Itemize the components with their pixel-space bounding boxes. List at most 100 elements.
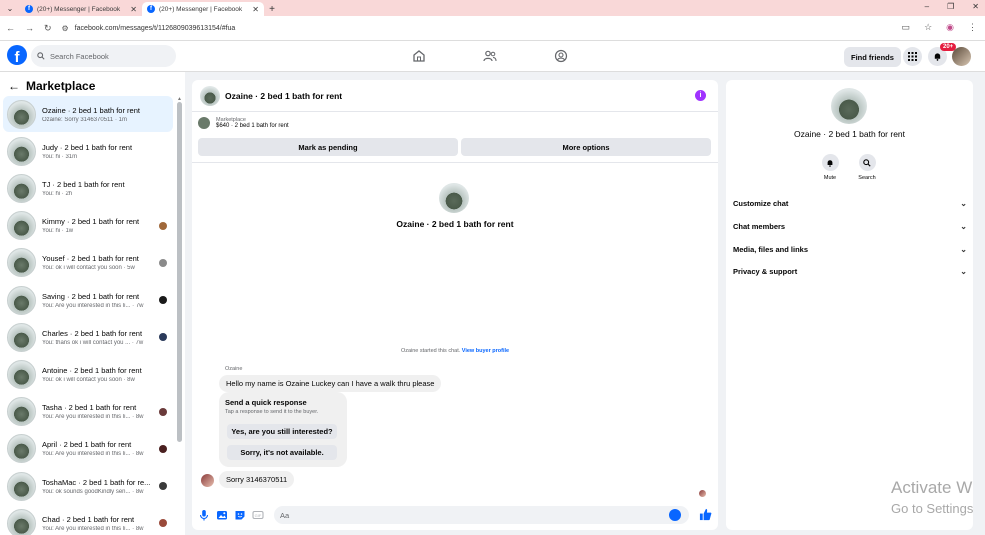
chat-members-section[interactable]: Chat members ⌄ (733, 217, 967, 235)
conversation-preview: You: Are you interested in this li... · … (42, 414, 144, 421)
forward-icon[interactable]: → (25, 23, 34, 33)
quick-response-card: Send a quick response Tap a response to … (219, 392, 347, 467)
sticker-icon[interactable] (234, 509, 246, 521)
browser-tab[interactable]: f (20+) Messenger | Facebook ✕ (20, 2, 142, 16)
close-tab-icon[interactable]: ✕ (130, 5, 137, 14)
conversation-item[interactable]: ToshaMac · 2 bed 1 bath for re... You: ok… (3, 468, 173, 504)
quick-reply-still-interested[interactable]: Yes, are you still interested? (227, 424, 337, 439)
more-options-button[interactable]: More options (461, 138, 711, 156)
gif-icon[interactable]: GIF (252, 509, 264, 521)
quick-response-subtitle: Tap a response to send it to the buyer. (225, 409, 319, 415)
conversation-item[interactable]: April · 2 bed 1 bath for rent You: Are yo… (3, 431, 173, 467)
new-tab-button[interactable]: + (264, 2, 280, 16)
conversation-item[interactable]: Saving · 2 bed 1 bath for rent You: Are y… (3, 282, 173, 318)
site-info-icon[interactable]: ⚙ (62, 24, 69, 33)
customize-chat-section[interactable]: Customize chat ⌄ (733, 194, 967, 212)
conversation-name: Kimmy · 2 bed 1 bath for rent (42, 217, 140, 227)
back-icon[interactable]: ← (6, 23, 15, 33)
search-input[interactable]: Search Facebook (31, 45, 176, 67)
facebook-logo[interactable]: f (7, 45, 27, 65)
sidebar-header: ← Marketplace (8, 79, 95, 93)
search-chat-button[interactable]: Search (852, 154, 882, 181)
close-window-icon[interactable]: ✕ (972, 2, 979, 11)
listing-thumbnail (7, 471, 36, 501)
message-input[interactable]: Aa (274, 506, 689, 524)
conversation-preview: You: hi · 31m (42, 153, 78, 160)
browser-actions: ▭ ☆ ◉ ⋮ (902, 22, 977, 33)
message-bubble[interactable]: Sorry 3146370511 (219, 471, 295, 488)
conversation-text: Judy · 2 bed 1 bath for rent You: hi · 31… (42, 143, 173, 160)
chat-avatar[interactable] (200, 85, 220, 106)
conversation-name: Chad · 2 bed 1 bath for rent (42, 514, 135, 524)
conversation-text: Chad · 2 bed 1 bath for rent You: Are you… (42, 515, 159, 532)
conversation-preview: You: ok i will contact you soon · 8w (42, 376, 135, 383)
conversation-avatar (439, 183, 469, 213)
gallery-icon[interactable] (216, 509, 228, 521)
message-bubble[interactable]: Hello my name is Ozaine Luckey can I hav… (219, 375, 442, 392)
mute-button[interactable]: Mute (815, 154, 845, 181)
thumbs-up-icon[interactable] (699, 508, 712, 521)
conversation-item[interactable]: Charles · 2 bed 1 bath for rent You: than… (3, 319, 173, 355)
read-receipt-avatar (159, 407, 167, 416)
media-files-links-section[interactable]: Media, files and links ⌄ (733, 240, 967, 258)
privacy-support-section[interactable]: Privacy & support ⌄ (733, 262, 967, 280)
conversation-text: Yousef · 2 bed 1 bath for rent You: ok i … (42, 254, 159, 271)
sidebar-title: Marketplace (26, 79, 96, 93)
microphone-icon[interactable] (198, 509, 210, 521)
conversation-item[interactable]: Judy · 2 bed 1 bath for rent You: hi · 31… (3, 133, 173, 169)
read-receipt-avatar (159, 221, 167, 230)
listing-thumbnail (7, 397, 36, 427)
search-label: Search (858, 175, 876, 181)
conversation-preview: You: ok sounds goodKindly sen... · 8w (42, 488, 144, 495)
conversation-item[interactable]: Antoine · 2 bed 1 bath for rent You: ok i… (3, 356, 173, 392)
info-icon[interactable]: i (695, 90, 706, 101)
home-icon[interactable] (412, 49, 426, 63)
groups-icon[interactable] (554, 49, 568, 63)
sidebar-scrollbar[interactable] (177, 102, 182, 442)
back-arrow-icon[interactable]: ← (8, 79, 20, 93)
conversation-item[interactable]: Chad · 2 bed 1 bath for rent You: Are you… (3, 505, 173, 535)
conversation-preview: You: Are you interested in this li... · … (42, 302, 144, 309)
facebook-favicon-icon: f (25, 5, 33, 13)
browser-menu-icon[interactable]: ⋮ (968, 22, 977, 33)
quick-reply-not-available[interactable]: Sorry, it's not available. (227, 445, 337, 460)
browser-tab-active[interactable]: f (20+) Messenger | Facebook ✕ (142, 2, 264, 16)
mark-as-pending-button[interactable]: Mark as pending (198, 138, 458, 156)
friends-icon[interactable] (483, 49, 497, 63)
cast-icon[interactable]: ▭ (902, 22, 911, 33)
conversation-item[interactable]: Tasha · 2 bed 1 bath for rent You: Are yo… (3, 394, 173, 430)
tab-search-icon[interactable]: ⌄ (0, 0, 20, 16)
account-avatar[interactable] (952, 47, 971, 66)
emoji-icon[interactable] (669, 509, 681, 521)
conversation-item[interactable]: Ozaine · 2 bed 1 bath for rent Ozaine: So… (3, 96, 173, 132)
menu-grid-icon[interactable] (903, 47, 922, 66)
profile-icon[interactable]: ◉ (946, 22, 954, 33)
listing-thumbnail (7, 136, 36, 166)
search-placeholder: Search Facebook (50, 51, 109, 61)
url-field[interactable]: ⚙ facebook.com/messages/t/11268090396131… (62, 24, 236, 33)
read-receipt-avatar (159, 482, 167, 490)
conversation-name: Yousef · 2 bed 1 bath for rent (42, 254, 139, 264)
reload-icon[interactable]: ↻ (44, 23, 52, 34)
conversation-name: TJ · 2 bed 1 bath for rent (42, 179, 125, 189)
listing-summary[interactable]: Marketplace $640 · 2 bed 1 bath for rent (198, 117, 289, 129)
chevron-down-icon: ⌄ (960, 266, 967, 276)
conversation-item[interactable]: Kimmy · 2 bed 1 bath for rent You: hi · 1… (3, 208, 173, 244)
conversation-text: Saving · 2 bed 1 bath for rent You: Are y… (42, 292, 159, 309)
conversation-item[interactable]: Yousef · 2 bed 1 bath for rent You: ok i … (3, 245, 173, 281)
browser-tab-strip: ⌄ f (20+) Messenger | Facebook ✕ f (20+)… (0, 0, 985, 16)
chat-title[interactable]: Ozaine · 2 bed 1 bath for rent (225, 91, 342, 101)
close-tab-icon[interactable]: ✕ (252, 5, 259, 14)
listing-thumbnail (7, 173, 36, 203)
view-buyer-profile-link[interactable]: View buyer profile (462, 348, 509, 354)
conversation-preview: You: hi · 2h (42, 190, 73, 197)
minimize-icon[interactable]: – (925, 2, 929, 11)
conversation-name: Charles · 2 bed 1 bath for rent (42, 328, 143, 338)
conversation-item[interactable]: TJ · 2 bed 1 bath for rent You: hi · 2h (3, 170, 173, 206)
restore-icon[interactable]: ❐ (947, 2, 954, 11)
conversation-name: Ozaine · 2 bed 1 bath for rent (42, 105, 140, 115)
details-avatar[interactable] (831, 88, 867, 124)
bookmark-star-icon[interactable]: ☆ (924, 22, 932, 33)
message-placeholder: Aa (280, 510, 290, 520)
find-friends-button[interactable]: Find friends (844, 47, 901, 67)
